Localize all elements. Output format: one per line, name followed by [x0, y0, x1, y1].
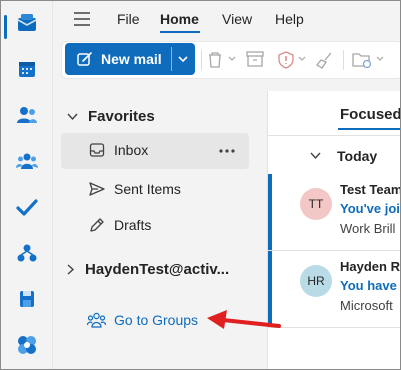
go-to-groups-link[interactable]: Go to Groups	[87, 312, 198, 328]
rail-groups-button[interactable]	[1, 141, 52, 181]
rail-selection-indicator	[4, 15, 7, 39]
ribbon-toolbar: New mail	[61, 41, 400, 79]
compose-icon	[77, 52, 92, 66]
move-folder-icon[interactable]	[352, 51, 372, 69]
favorites-label: Favorites	[88, 108, 155, 125]
chevron-right-icon	[67, 264, 75, 275]
rail-save-button[interactable]	[1, 279, 52, 319]
message-item[interactable]: HR Hayden R You have Microsoft	[268, 251, 400, 328]
favorites-header[interactable]: Favorites	[67, 108, 155, 125]
groups-icon	[87, 312, 106, 328]
org-explorer-icon	[17, 244, 36, 262]
folder-label-sent-items: Sent Items	[114, 181, 181, 197]
go-to-groups-label: Go to Groups	[114, 312, 199, 328]
chevron-down-icon[interactable]	[178, 56, 188, 63]
sweep-broom-icon[interactable]	[316, 51, 334, 69]
message-list: Focused Today TT Test Team You've joi Wo…	[267, 91, 401, 369]
hamburger-menu-icon[interactable]	[73, 12, 91, 26]
send-icon	[89, 182, 105, 196]
message-subject: You have	[340, 278, 397, 293]
rail-people-button[interactable]	[1, 95, 52, 135]
tab-help[interactable]: Help	[275, 11, 304, 27]
avatar: HR	[300, 265, 332, 297]
todo-check-icon	[15, 199, 38, 216]
group-header-today[interactable]: Today	[310, 148, 377, 164]
message-item[interactable]: TT Test Team You've joi Work Brill	[268, 174, 401, 251]
folder-label-inbox: Inbox	[114, 142, 149, 158]
new-mail-label: New mail	[101, 51, 162, 67]
avatar: TT	[300, 188, 332, 220]
chevron-down-icon[interactable]	[228, 56, 236, 62]
rail-org-explorer-button[interactable]	[1, 233, 52, 273]
outlook-window: File Home View Help New mail Favorites I…	[0, 0, 401, 370]
rail-todo-button[interactable]	[1, 187, 52, 227]
inbox-icon	[89, 143, 105, 157]
rail-apps-button[interactable]	[1, 325, 52, 365]
groups-icon	[15, 153, 38, 169]
folder-label-drafts: Drafts	[114, 217, 152, 233]
message-sender: Hayden R	[340, 259, 400, 274]
report-shield-icon[interactable]	[278, 51, 294, 69]
chevron-down-icon	[310, 152, 321, 160]
rail-calendar-button[interactable]	[1, 49, 52, 89]
chevron-down-icon[interactable]	[376, 56, 384, 62]
more-options-icon[interactable]	[219, 149, 235, 153]
account-header[interactable]: HaydenTest@activ...	[67, 261, 229, 278]
tab-home[interactable]: Home	[160, 11, 199, 27]
tab-focused[interactable]: Focused	[340, 106, 400, 123]
new-mail-button[interactable]: New mail	[65, 43, 195, 75]
new-mail-divider	[171, 47, 172, 71]
chevron-down-icon[interactable]	[298, 56, 306, 62]
delete-trash-icon[interactable]	[207, 51, 223, 69]
message-sender: Test Team	[340, 182, 401, 197]
people-icon	[16, 107, 37, 123]
message-preview: Work Brill	[340, 221, 396, 236]
toolbar-separator	[343, 50, 344, 70]
group-header-label: Today	[337, 148, 378, 164]
folder-item-inbox[interactable]: Inbox	[61, 133, 249, 169]
rail-mail-button[interactable]	[1, 3, 52, 43]
chevron-down-icon	[67, 113, 78, 120]
pencil-icon	[90, 218, 104, 232]
annotation-arrow-icon	[207, 310, 281, 329]
tab-home-underline	[160, 31, 200, 33]
archive-icon[interactable]	[246, 51, 264, 67]
tab-view[interactable]: View	[222, 11, 252, 27]
unread-indicator	[268, 174, 272, 250]
tab-focused-underline	[338, 128, 400, 130]
list-divider	[268, 135, 400, 136]
folder-item-sent-items[interactable]: Sent Items	[89, 181, 181, 197]
message-preview: Microsoft	[340, 298, 393, 313]
outlook-mail-icon	[17, 14, 36, 31]
app-rail	[1, 1, 53, 369]
toolbar-separator	[201, 50, 202, 70]
apps-icon	[17, 336, 36, 354]
message-subject: You've joi	[340, 201, 400, 216]
tab-file[interactable]: File	[117, 11, 140, 27]
account-label: HaydenTest@activ...	[85, 261, 230, 278]
ribbon: File Home View Help New mail	[53, 1, 400, 86]
save-disk-icon	[19, 291, 34, 307]
folder-item-drafts[interactable]: Drafts	[89, 217, 151, 233]
calendar-icon	[18, 62, 35, 77]
